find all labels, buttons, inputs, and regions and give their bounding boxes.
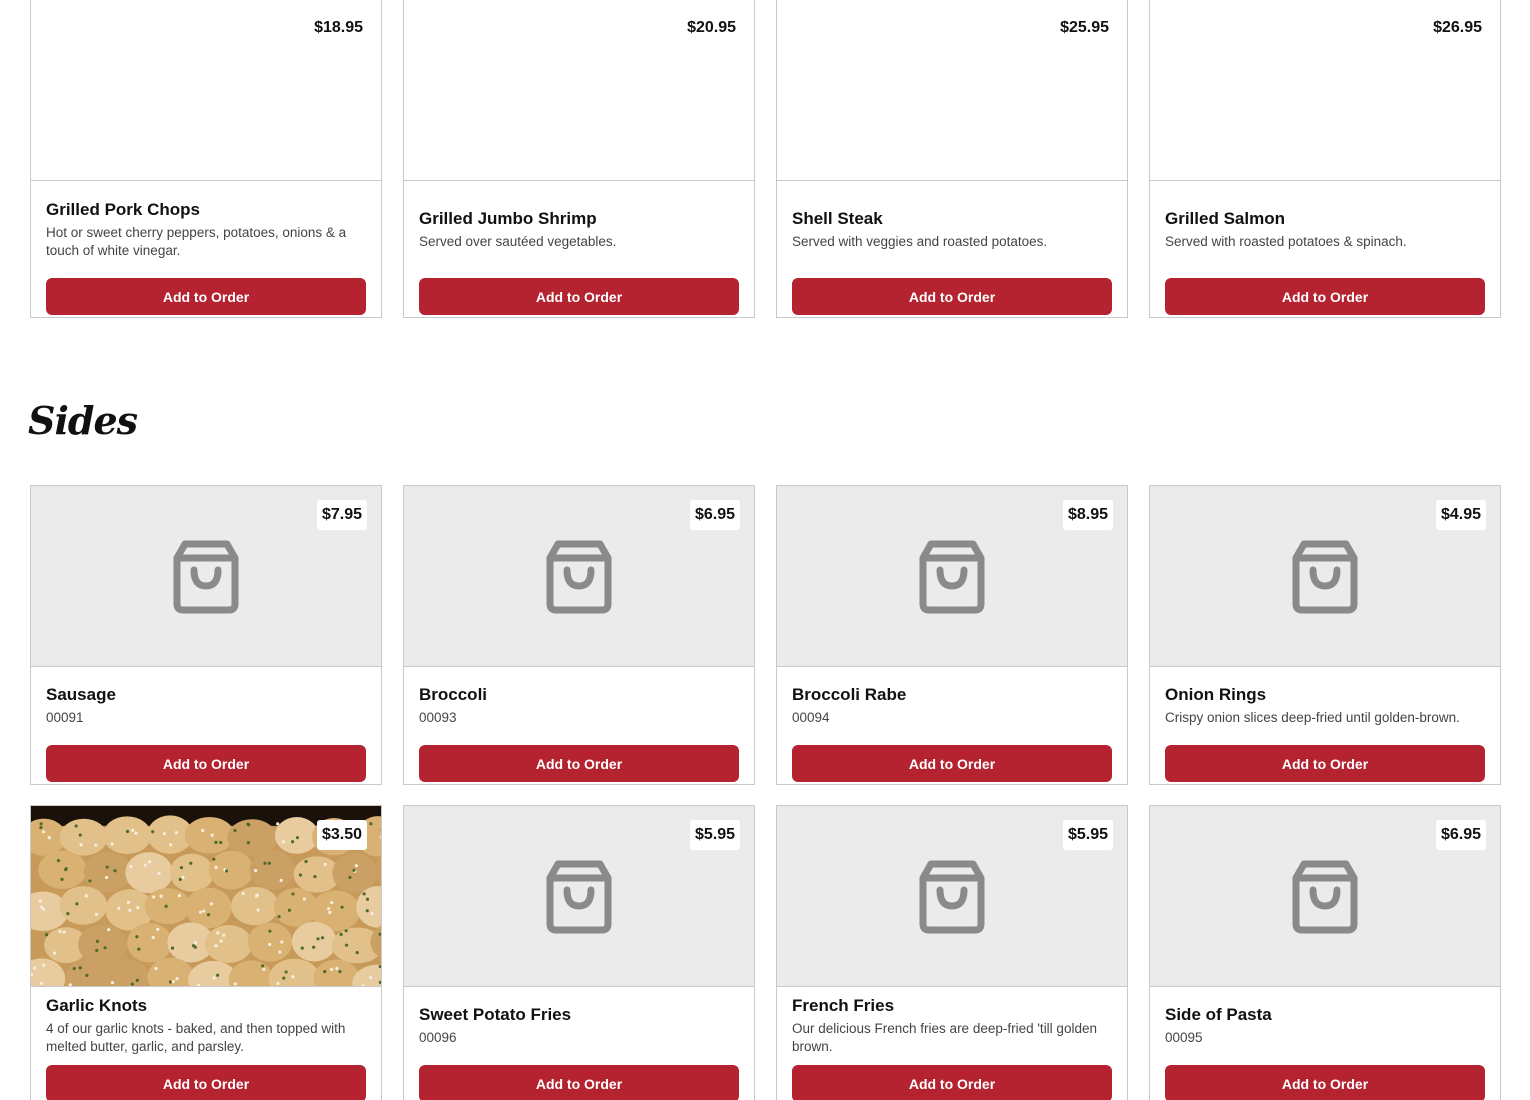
item-info: Broccoli 00093 <box>404 667 754 745</box>
item-description: Crispy onion slices deep-fried until gol… <box>1165 710 1460 725</box>
menu-item-card[interactable]: $7.95 Sausage 00091 Add to Order <box>30 485 382 785</box>
menu-item-card[interactable]: $6.95 Side of Pasta 00095 Add to Order <box>1149 805 1501 1100</box>
add-to-order-button[interactable]: Add to Order <box>46 1065 366 1100</box>
item-description: Served over sautéed vegetables. <box>419 233 617 249</box>
item-info: Sausage 00091 <box>31 667 381 745</box>
item-description: Served with roasted potatoes & spinach. <box>1165 233 1407 249</box>
price-badge: $6.95 <box>689 500 740 530</box>
item-info: Grilled Jumbo Shrimp Served over sautéed… <box>404 181 754 278</box>
item-image: $7.95 <box>31 486 381 667</box>
shopping-bag-icon <box>919 860 985 934</box>
add-to-order-button[interactable]: Add to Order <box>1165 278 1485 315</box>
menu-item-card[interactable]: $26.95 Grilled Salmon Served with roaste… <box>1149 0 1501 318</box>
menu-item-card[interactable]: $8.95 Broccoli Rabe 00094 Add to Order <box>776 485 1128 785</box>
menu-item-card[interactable]: $25.95 Shell Steak Served with veggies a… <box>776 0 1128 318</box>
item-info: Shell Steak Served with veggies and roas… <box>777 181 1127 278</box>
menu-item-card[interactable]: $5.95 French Fries Our delicious French fr… <box>776 805 1128 1100</box>
add-to-order-button[interactable]: Add to Order <box>1165 1065 1485 1100</box>
item-description: 4 of our garlic knots - baked, and then … <box>46 1021 346 1054</box>
item-description: 00095 <box>1165 1030 1203 1045</box>
shopping-bag-icon <box>919 540 985 614</box>
item-image: $6.95 <box>404 486 754 667</box>
shopping-bag-icon <box>1292 860 1358 934</box>
price-badge: $5.95 <box>689 820 740 850</box>
menu-item-card[interactable]: $18.95 Grilled Pork Chops Hot or sweet c… <box>30 0 382 318</box>
add-to-order-button[interactable]: Add to Order <box>792 278 1112 315</box>
item-image: $4.95 <box>1150 486 1500 667</box>
add-to-order-button[interactable]: Add to Order <box>46 745 366 782</box>
item-name: Shell Steak <box>792 208 883 228</box>
item-image: $25.95 <box>777 0 1127 181</box>
item-image: $18.95 <box>31 0 381 181</box>
item-image: $5.95 <box>777 806 1127 987</box>
item-name: Grilled Jumbo Shrimp <box>419 208 597 228</box>
item-info: Sweet Potato Fries 00096 <box>404 987 754 1065</box>
item-image: $8.95 <box>777 486 1127 667</box>
item-name: Grilled Salmon <box>1165 208 1285 228</box>
item-image: $6.95 <box>1150 806 1500 987</box>
item-description: 00096 <box>419 1030 457 1045</box>
shopping-bag-icon <box>173 540 239 614</box>
item-description: Hot or sweet cherry peppers, potatoes, o… <box>46 224 347 258</box>
item-info: Grilled Salmon Served with roasted potat… <box>1150 181 1500 278</box>
add-to-order-button[interactable]: Add to Order <box>419 278 739 315</box>
item-info: French Fries Our delicious French fries a… <box>777 987 1127 1065</box>
price-badge: $18.95 <box>310 13 367 43</box>
price-badge: $7.95 <box>316 500 367 530</box>
price-badge: $26.95 <box>1429 13 1486 43</box>
price-badge: $25.95 <box>1056 13 1113 43</box>
item-name: Broccoli Rabe <box>792 685 907 704</box>
add-to-order-button[interactable]: Add to Order <box>419 745 739 782</box>
entrees-grid: $18.95 Grilled Pork Chops Hot or sweet c… <box>30 0 1501 318</box>
item-description: 00093 <box>419 710 457 725</box>
add-to-order-button[interactable]: Add to Order <box>46 278 366 315</box>
item-name: Side of Pasta <box>1165 1005 1272 1024</box>
price-badge: $20.95 <box>683 13 740 43</box>
item-image: $5.95 <box>404 806 754 987</box>
section-title-sides: Sides <box>28 398 138 443</box>
item-image: $20.95 <box>404 0 754 181</box>
item-name: Sweet Potato Fries <box>419 1005 572 1024</box>
item-image: $3.50 <box>31 806 381 987</box>
price-badge: $8.95 <box>1062 500 1113 530</box>
item-name: Sausage <box>46 685 116 704</box>
add-to-order-button[interactable]: Add to Order <box>419 1065 739 1100</box>
menu-item-card[interactable]: $6.95 Broccoli 00093 Add to Order <box>403 485 755 785</box>
item-name: Grilled Pork Chops <box>46 199 200 219</box>
item-info: Onion Rings Crispy onion slices deep-frie… <box>1150 667 1500 745</box>
add-to-order-button[interactable]: Add to Order <box>792 1065 1112 1100</box>
item-info: Grilled Pork Chops Hot or sweet cherry p… <box>31 181 381 278</box>
menu-item-card[interactable]: $20.95 Grilled Jumbo Shrimp Served over … <box>403 0 755 318</box>
item-description: 00094 <box>792 710 830 725</box>
price-badge: $5.95 <box>1062 820 1113 850</box>
menu-item-card[interactable]: $3.50 Garlic Knots 4 of our garlic knots -… <box>30 805 382 1100</box>
item-description: Served with veggies and roasted potatoes… <box>792 233 1048 249</box>
item-name: Onion Rings <box>1165 685 1267 704</box>
shopping-bag-icon <box>1292 540 1358 614</box>
sides-grid: $7.95 Sausage 00091 Add to Order $6.95 Brocc… <box>30 485 1501 1100</box>
item-description: 00091 <box>46 710 84 725</box>
item-name: Broccoli <box>419 685 488 704</box>
add-to-order-button[interactable]: Add to Order <box>792 745 1112 782</box>
shopping-bag-icon <box>546 540 612 614</box>
menu-page: $18.95 Grilled Pork Chops Hot or sweet c… <box>0 0 1530 1100</box>
menu-item-card[interactable]: $4.95 Onion Rings Crispy onion slices deep… <box>1149 485 1501 785</box>
item-name: French Fries <box>792 996 895 1015</box>
item-description: Our delicious French fries are deep-frie… <box>792 1021 1097 1054</box>
item-info: Broccoli Rabe 00094 <box>777 667 1127 745</box>
shopping-bag-icon <box>546 860 612 934</box>
item-info: Side of Pasta 00095 <box>1150 987 1500 1065</box>
item-info: Garlic Knots 4 of our garlic knots - bake… <box>31 987 381 1065</box>
price-badge: $3.50 <box>316 820 367 850</box>
add-to-order-button[interactable]: Add to Order <box>1165 745 1485 782</box>
menu-item-card[interactable]: $5.95 Sweet Potato Fries 00096 Add to Order <box>403 805 755 1100</box>
item-image: $26.95 <box>1150 0 1500 181</box>
price-badge: $4.95 <box>1435 500 1486 530</box>
price-badge: $6.95 <box>1435 820 1486 850</box>
item-name: Garlic Knots <box>46 996 148 1015</box>
